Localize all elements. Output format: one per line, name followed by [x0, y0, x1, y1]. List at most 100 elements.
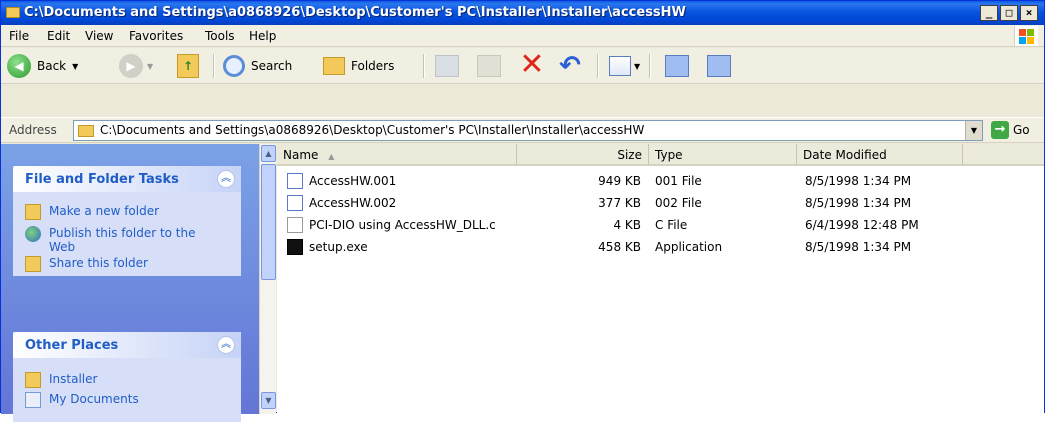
menu-file[interactable]: File	[9, 29, 29, 43]
file-type: Application	[655, 240, 723, 254]
toolbar-separator	[597, 54, 598, 78]
maximize-button[interactable]: □	[1000, 5, 1018, 21]
folders-button[interactable]: Folders	[323, 52, 394, 80]
file-list: Name ▲ Size Type Date Modified AccessHW.…	[277, 144, 1044, 414]
scroll-down-button[interactable]: ▼	[261, 392, 276, 409]
minimize-button[interactable]: _	[980, 5, 998, 21]
file-type: C File	[655, 218, 688, 232]
text-file-icon	[287, 217, 303, 233]
file-date: 8/5/1998 1:34 PM	[805, 240, 912, 254]
chevron-down-icon: ▼	[634, 61, 641, 71]
toolbar-separator	[649, 54, 650, 78]
place-installer[interactable]: Installer	[25, 372, 97, 388]
column-label: Name	[283, 148, 319, 162]
folder-options-button[interactable]	[665, 52, 689, 80]
column-header-size[interactable]: Size	[517, 144, 649, 166]
file-date: 6/4/1998 12:48 PM	[805, 218, 919, 232]
file-row[interactable]: PCI-DIO using AccessHW_DLL.c 4 KB C File…	[277, 216, 1044, 234]
scroll-thumb[interactable]	[261, 164, 276, 280]
sort-ascending-icon: ▲	[328, 152, 335, 161]
up-folder-button[interactable]: ↑	[177, 52, 199, 80]
file-name: AccessHW.002	[309, 196, 397, 210]
windows-logo-icon	[1014, 26, 1038, 46]
delete-x-icon: ✕	[519, 47, 545, 82]
folder-icon	[78, 125, 94, 137]
menu-edit[interactable]: Edit	[47, 29, 70, 43]
chevron-down-icon: ▼	[72, 61, 79, 71]
place-label: Installer	[49, 372, 98, 386]
menu-favorites[interactable]: Favorites	[129, 29, 183, 43]
delete-button[interactable]: ✕	[519, 47, 545, 82]
window-title: C:\Documents and Settings\a0868926\Deskt…	[24, 5, 686, 20]
panel-header[interactable]: File and Folder Tasks ︽	[13, 166, 241, 192]
address-input[interactable]: C:\Documents and Settings\a0868926\Deskt…	[73, 120, 983, 141]
folder-icon	[6, 7, 20, 18]
file-row[interactable]: AccessHW.001 949 KB 001 File 8/5/1998 1:…	[277, 172, 1044, 190]
panel-title: Other Places	[25, 338, 119, 353]
up-arrow-icon: ↑	[177, 54, 199, 78]
forward-arrow-icon: ▶	[119, 54, 143, 78]
column-label: Size	[617, 148, 642, 162]
toolbar-separator	[213, 54, 214, 78]
other-places-panel: Other Places ︽ Installer My Documents	[13, 332, 241, 422]
forward-button[interactable]: ▶ ▼	[119, 52, 153, 80]
search-button[interactable]: Search	[223, 52, 292, 80]
back-button[interactable]: ◀ Back ▼	[7, 52, 78, 80]
move-to-button[interactable]	[435, 52, 459, 80]
place-my-documents[interactable]: My Documents	[25, 392, 139, 408]
address-dropdown-button[interactable]: ▼	[965, 121, 982, 140]
task-label: Make a new folder	[49, 204, 160, 218]
file-name: setup.exe	[309, 240, 368, 254]
scroll-up-button[interactable]: ▲	[261, 145, 276, 162]
file-size: 458 KB	[598, 240, 641, 254]
task-pane: File and Folder Tasks ︽ Make a new folde…	[1, 144, 259, 422]
title-bar[interactable]: C:\Documents and Settings\a0868926\Deskt…	[1, 1, 1044, 25]
left-pane-scrollbar[interactable]: ▲ ▼	[259, 144, 276, 414]
task-label: Share this folder	[49, 256, 148, 270]
collapse-chevron-icon[interactable]: ︽	[217, 336, 235, 354]
panel-title: File and Folder Tasks	[25, 172, 179, 187]
address-bar: Address C:\Documents and Settings\a08689…	[1, 117, 1044, 143]
file-size: 949 KB	[598, 174, 641, 188]
menu-tools[interactable]: Tools	[205, 29, 235, 43]
file-row[interactable]: AccessHW.002 377 KB 002 File 8/5/1998 1:…	[277, 194, 1044, 212]
task-share-folder[interactable]: Share this folder	[25, 256, 148, 272]
file-size: 4 KB	[613, 218, 641, 232]
task-make-new-folder[interactable]: Make a new folder	[25, 204, 159, 220]
caption-buttons: _ □ ×	[980, 5, 1038, 21]
menu-view[interactable]: View	[85, 29, 113, 43]
properties-button[interactable]	[707, 52, 731, 80]
my-documents-icon	[25, 392, 41, 408]
file-size: 377 KB	[598, 196, 641, 210]
undo-button[interactable]: ↶	[557, 52, 583, 80]
chevron-down-icon: ▼	[147, 61, 154, 71]
menu-help[interactable]: Help	[249, 29, 276, 43]
go-button[interactable]: → Go	[991, 121, 1030, 139]
back-label: Back	[37, 59, 67, 73]
copy-to-button[interactable]	[477, 52, 501, 80]
file-date: 8/5/1998 1:34 PM	[805, 196, 912, 210]
properties-icon	[707, 55, 731, 77]
column-header-name[interactable]: Name ▲	[277, 144, 517, 166]
folders-icon	[323, 57, 345, 75]
folder-options-icon	[665, 55, 689, 77]
file-type: 001 File	[655, 174, 702, 188]
column-header-type[interactable]: Type	[649, 144, 797, 166]
close-button[interactable]: ×	[1020, 5, 1038, 21]
column-header-date[interactable]: Date Modified	[797, 144, 963, 166]
column-label: Date Modified	[803, 148, 887, 162]
file-type: 002 File	[655, 196, 702, 210]
collapse-chevron-icon[interactable]: ︽	[217, 170, 235, 188]
explorer-window: C:\Documents and Settings\a0868926\Deskt…	[0, 0, 1045, 422]
setup-exe-icon	[287, 239, 303, 255]
folders-label: Folders	[351, 59, 395, 73]
toolbar-separator	[423, 54, 424, 78]
views-button[interactable]: ▼	[609, 52, 640, 80]
file-name: AccessHW.001	[309, 174, 397, 188]
move-to-icon	[435, 55, 459, 77]
task-label: Publish this folder to the Web	[49, 226, 196, 254]
task-publish-to-web[interactable]: Publish this folder to the Web	[25, 226, 225, 254]
panel-header[interactable]: Other Places ︽	[13, 332, 241, 358]
file-name: PCI-DIO using AccessHW_DLL.c	[309, 218, 496, 232]
file-row[interactable]: setup.exe 458 KB Application 8/5/1998 1:…	[277, 238, 1044, 256]
